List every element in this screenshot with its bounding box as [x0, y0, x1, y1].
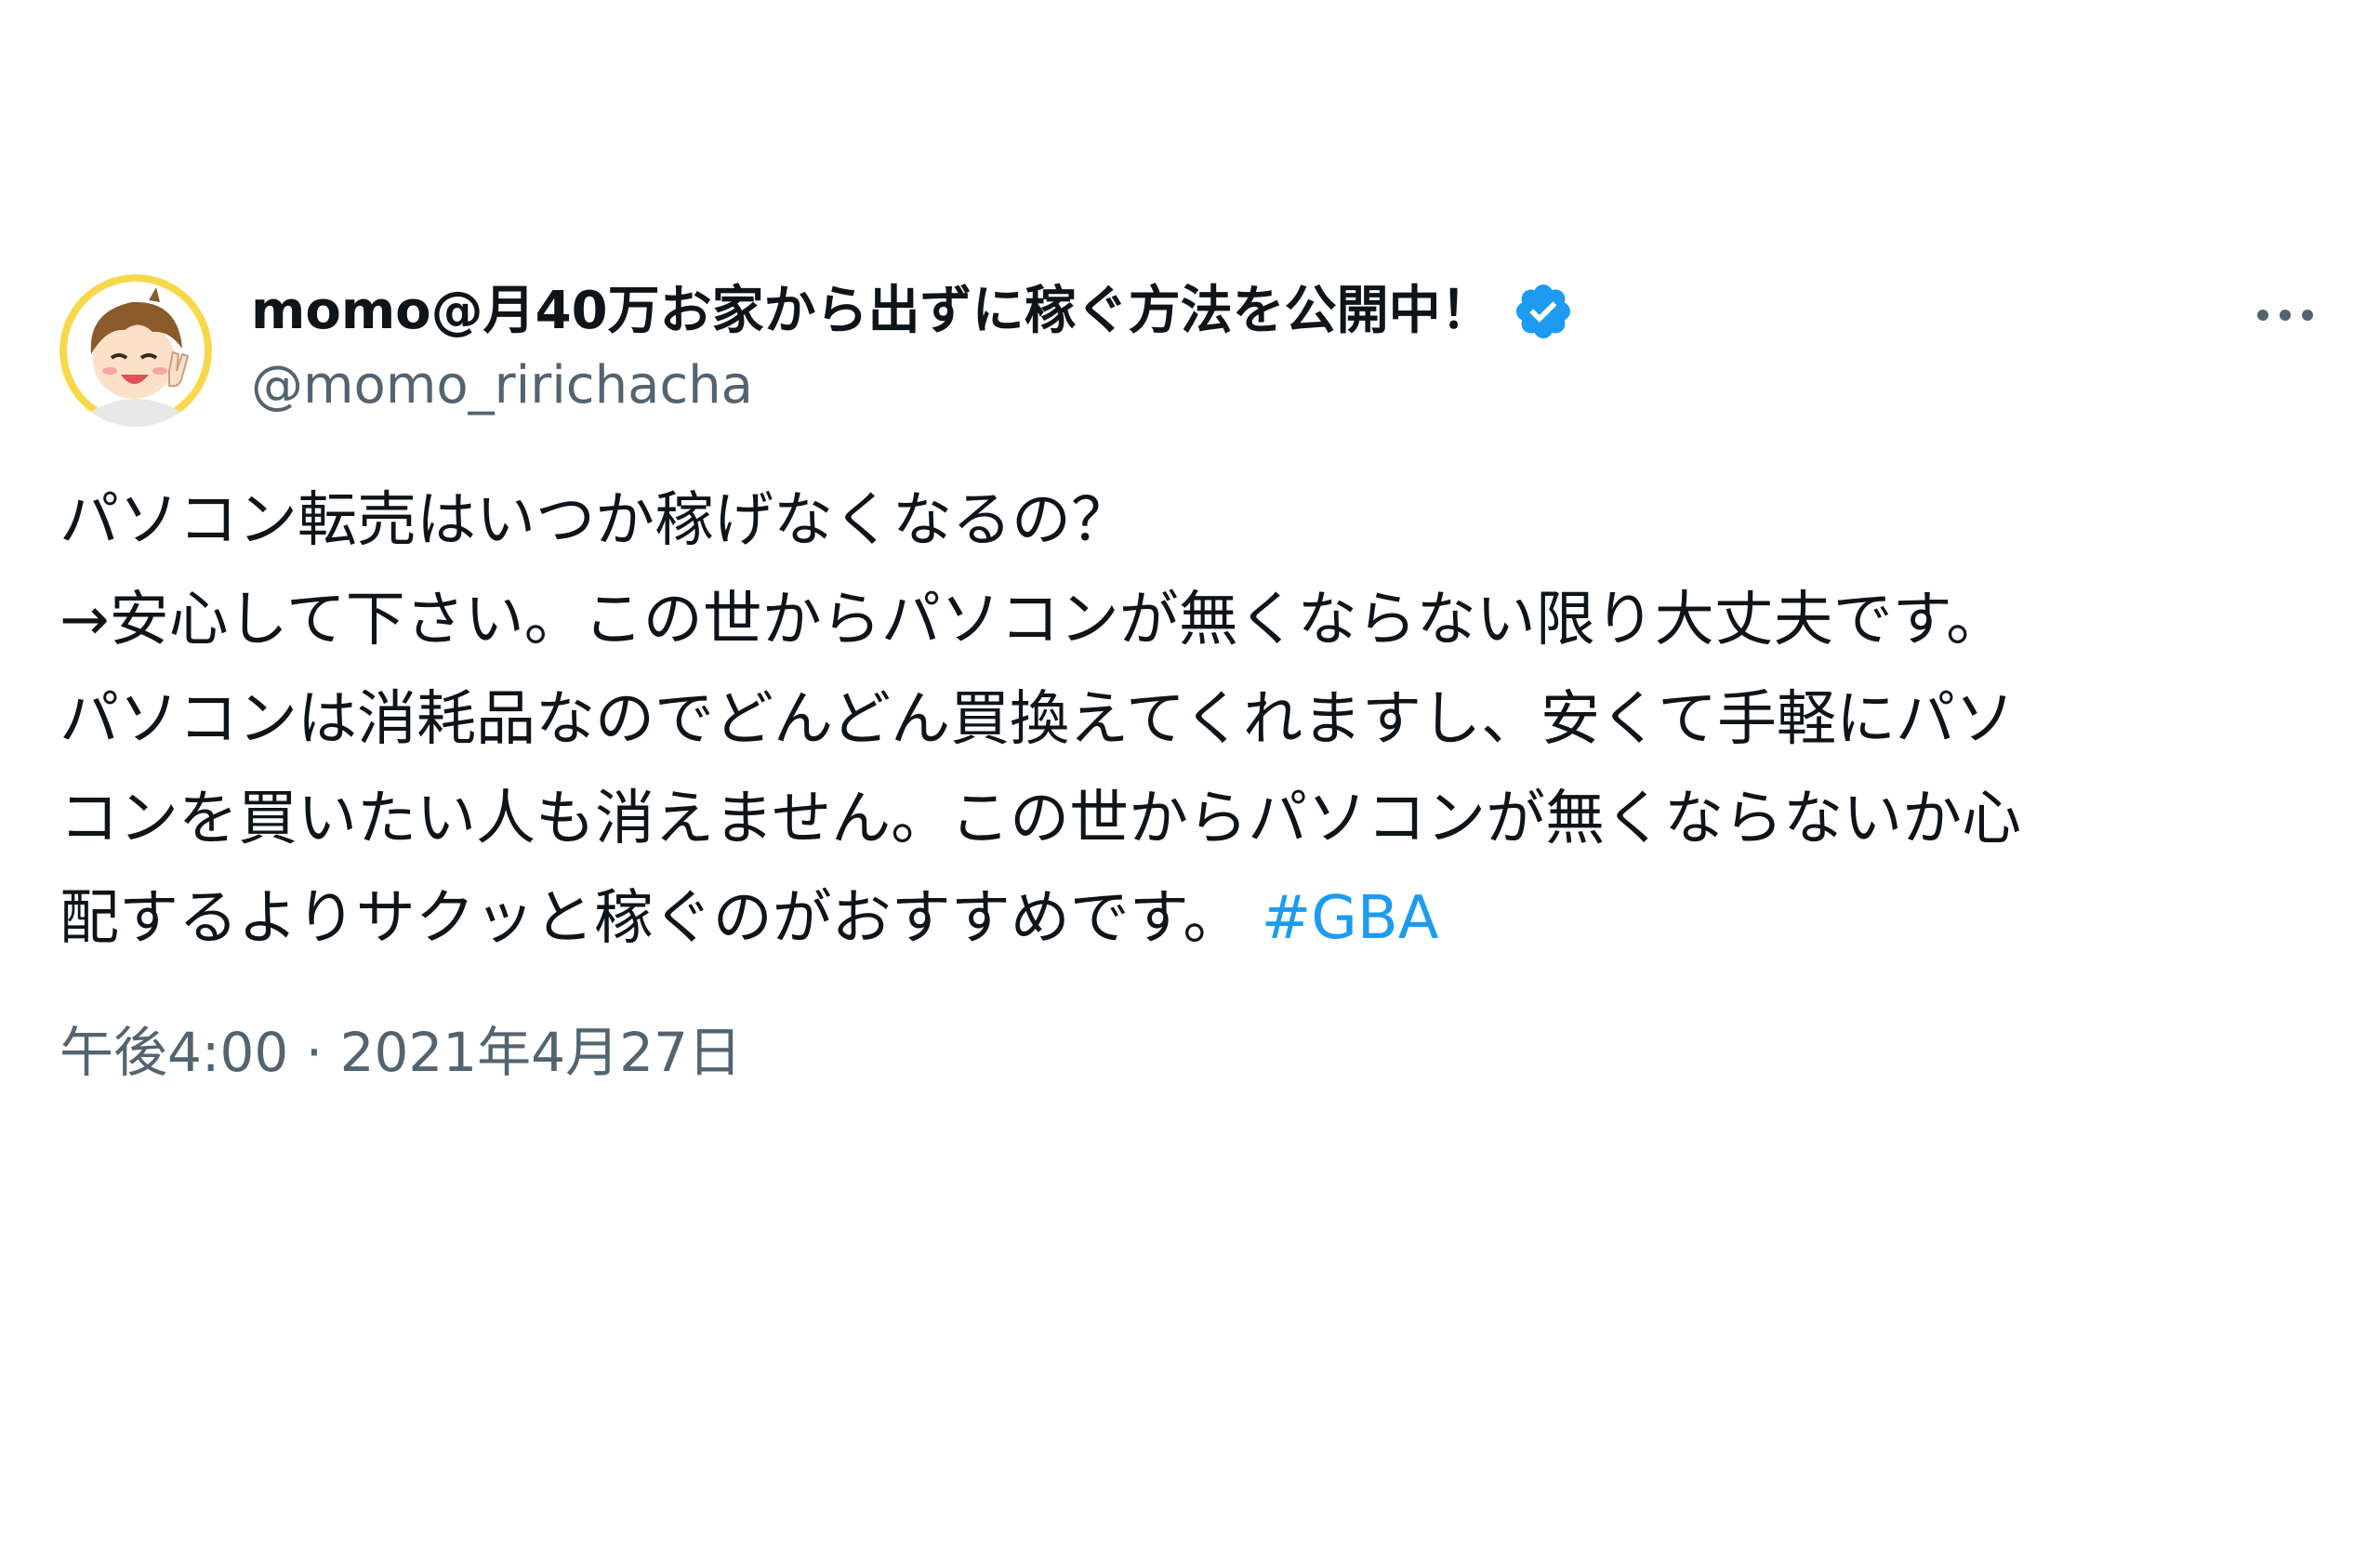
tweet-text-line: 配するよりサクッと稼ぐのがおすすめです。: [60, 884, 1243, 953]
author-names: momo@月40万お家から出ずに稼ぐ方法を公開中！ @momo_ririchac…: [251, 276, 1575, 421]
tweet-time-link[interactable]: 午後4:00 · 2021年4月27日: [60, 1021, 742, 1084]
timestamp-separator: ·: [305, 1021, 324, 1084]
avatar[interactable]: [60, 274, 212, 427]
verified-badge-icon[interactable]: [1512, 280, 1575, 343]
tweet-card: momo@月40万お家から出ずに稼ぐ方法を公開中！ @momo_ririchac…: [60, 274, 2320, 1088]
tweet-text-line-last: 配するよりサクッと稼ぐのがおすすめです。 #GBA: [60, 869, 2328, 969]
tweet-timestamp: 午後4:00 · 2021年4月27日: [60, 1017, 2320, 1088]
tweet-text: パソコン転売はいつか稼げなくなるの？ →安心して下さい。この世からパソコンが無く…: [60, 471, 2328, 969]
author-handle[interactable]: @momo_ririchacha: [251, 350, 1575, 421]
tweet-text-line: パソコン転売はいつか稼げなくなるの？: [60, 486, 1130, 555]
tweet-date: 2021年4月27日: [339, 1021, 742, 1084]
avatar-icon: [60, 274, 212, 427]
tweet-header: momo@月40万お家から出ずに稼ぐ方法を公開中！ @momo_ririchac…: [60, 274, 2320, 432]
tweet-text-line: →安心して下さい。この世からパソコンが無くならない限り大丈夫です。: [60, 586, 2006, 654]
display-name-row: momo@月40万お家から出ずに稼ぐ方法を公開中！: [251, 276, 1575, 347]
display-name[interactable]: momo@月40万お家から出ずに稼ぐ方法を公開中！: [251, 276, 1493, 347]
tweet-time: 午後4:00: [60, 1021, 289, 1084]
tweet-text-line: パソコンは消耗品なのでどんどん買換えてくれますし、安くて手軽にパソ: [60, 685, 2016, 754]
more-icon: [2257, 310, 2313, 321]
tweet-text-line: コンを買いたい人も消えません。この世からパソコンが無くならないか心: [60, 785, 2022, 853]
hashtag-link[interactable]: #GBA: [1262, 884, 1439, 953]
more-options-button[interactable]: [2252, 287, 2319, 343]
